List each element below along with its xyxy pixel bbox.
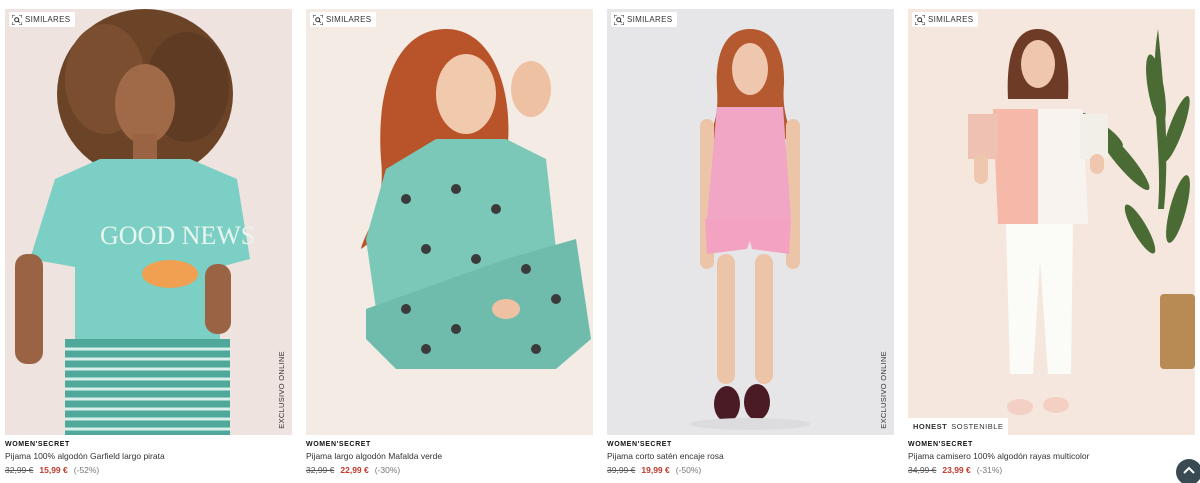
product-info: WOMEN'SECRET Pijama largo algodón Mafald… — [306, 440, 593, 476]
visual-search-icon — [12, 14, 22, 25]
old-price: 34,99 € — [908, 465, 937, 475]
visual-search-icon — [614, 14, 624, 25]
sale-price: 19,99 € — [641, 465, 670, 475]
discount: (-30%) — [374, 465, 401, 475]
product-name[interactable]: Pijama camisero 100% algodón rayas multi… — [908, 450, 1195, 462]
product-info: WOMEN'SECRET Pijama 100% algodón Garfiel… — [5, 440, 292, 476]
product-name[interactable]: Pijama corto satén encaje rosa — [607, 450, 894, 462]
exclusive-online-tag: EXCLUSIVO ONLINE — [879, 351, 888, 429]
product-image[interactable]: SIMILARES EXCLUSIVO ONLINE — [607, 9, 894, 435]
product-brand: WOMEN'SECRET — [5, 441, 70, 448]
product-image[interactable]: SIMILARES — [306, 9, 593, 435]
badge-label: SOSTENIBLE — [951, 422, 1004, 431]
product-name[interactable]: Pijama 100% algodón Garfield largo pirat… — [5, 450, 292, 462]
product-card[interactable]: GOOD NEWS SIMILARES EXCLUSIVO ONLINE WOM… — [5, 9, 292, 483]
discount: (-52%) — [73, 465, 100, 475]
exclusive-online-tag: EXCLUSIVO ONLINE — [277, 351, 286, 429]
similar-label: SIMILARES — [326, 15, 372, 24]
product-prices: 32,99 € 15,99 € (-52%) — [5, 464, 292, 476]
product-brand: WOMEN'SECRET — [908, 441, 973, 448]
product-prices: 34,99 € 23,99 € (-31%) — [908, 464, 1195, 476]
badge-bold-label: HONEST — [913, 422, 948, 431]
shirt-print: GOOD NEWS — [100, 221, 255, 250]
scroll-to-top-button[interactable] — [1176, 459, 1200, 483]
product-brand: WOMEN'SECRET — [306, 441, 371, 448]
discount: (-50%) — [675, 465, 702, 475]
similar-button[interactable]: SIMILARES — [912, 12, 979, 27]
product-image[interactable]: SIMILARES HONEST SOSTENIBLE — [908, 9, 1195, 435]
product-brand: WOMEN'SECRET — [607, 441, 672, 448]
similar-label: SIMILARES — [627, 15, 673, 24]
similar-label: SIMILARES — [928, 15, 974, 24]
product-card[interactable]: SIMILARES HONEST SOSTENIBLE WOMEN'SECRET… — [908, 9, 1195, 483]
similar-button[interactable]: SIMILARES — [310, 12, 377, 27]
old-price: 32,99 € — [306, 465, 335, 475]
sustainable-badge: HONEST SOSTENIBLE — [908, 418, 1009, 435]
visual-search-icon — [313, 14, 323, 25]
product-card[interactable]: SIMILARES EXCLUSIVO ONLINE WOMEN'SECRET … — [607, 9, 894, 483]
sale-price: 15,99 € — [39, 465, 68, 475]
product-card[interactable]: SIMILARES WOMEN'SECRET Pijama largo algo… — [306, 9, 593, 483]
sale-price: 22,99 € — [340, 465, 369, 475]
product-name[interactable]: Pijama largo algodón Mafalda verde — [306, 450, 593, 462]
old-price: 32,99 € — [5, 465, 34, 475]
product-info: WOMEN'SECRET Pijama camisero 100% algodó… — [908, 440, 1195, 476]
discount: (-31%) — [976, 465, 1003, 475]
old-price: 39,99 € — [607, 465, 636, 475]
sale-price: 23,99 € — [942, 465, 971, 475]
product-info: WOMEN'SECRET Pijama corto satén encaje r… — [607, 440, 894, 476]
product-prices: 32,99 € 22,99 € (-30%) — [306, 464, 593, 476]
similar-button[interactable]: SIMILARES — [9, 12, 76, 27]
visual-search-icon — [915, 14, 925, 25]
similar-label: SIMILARES — [25, 15, 71, 24]
product-image[interactable]: GOOD NEWS SIMILARES EXCLUSIVO ONLINE — [5, 9, 292, 435]
similar-button[interactable]: SIMILARES — [611, 12, 678, 27]
product-grid: GOOD NEWS SIMILARES EXCLUSIVO ONLINE WOM… — [5, 9, 1195, 483]
chevron-up-icon — [1183, 459, 1195, 479]
product-prices: 39,99 € 19,99 € (-50%) — [607, 464, 894, 476]
